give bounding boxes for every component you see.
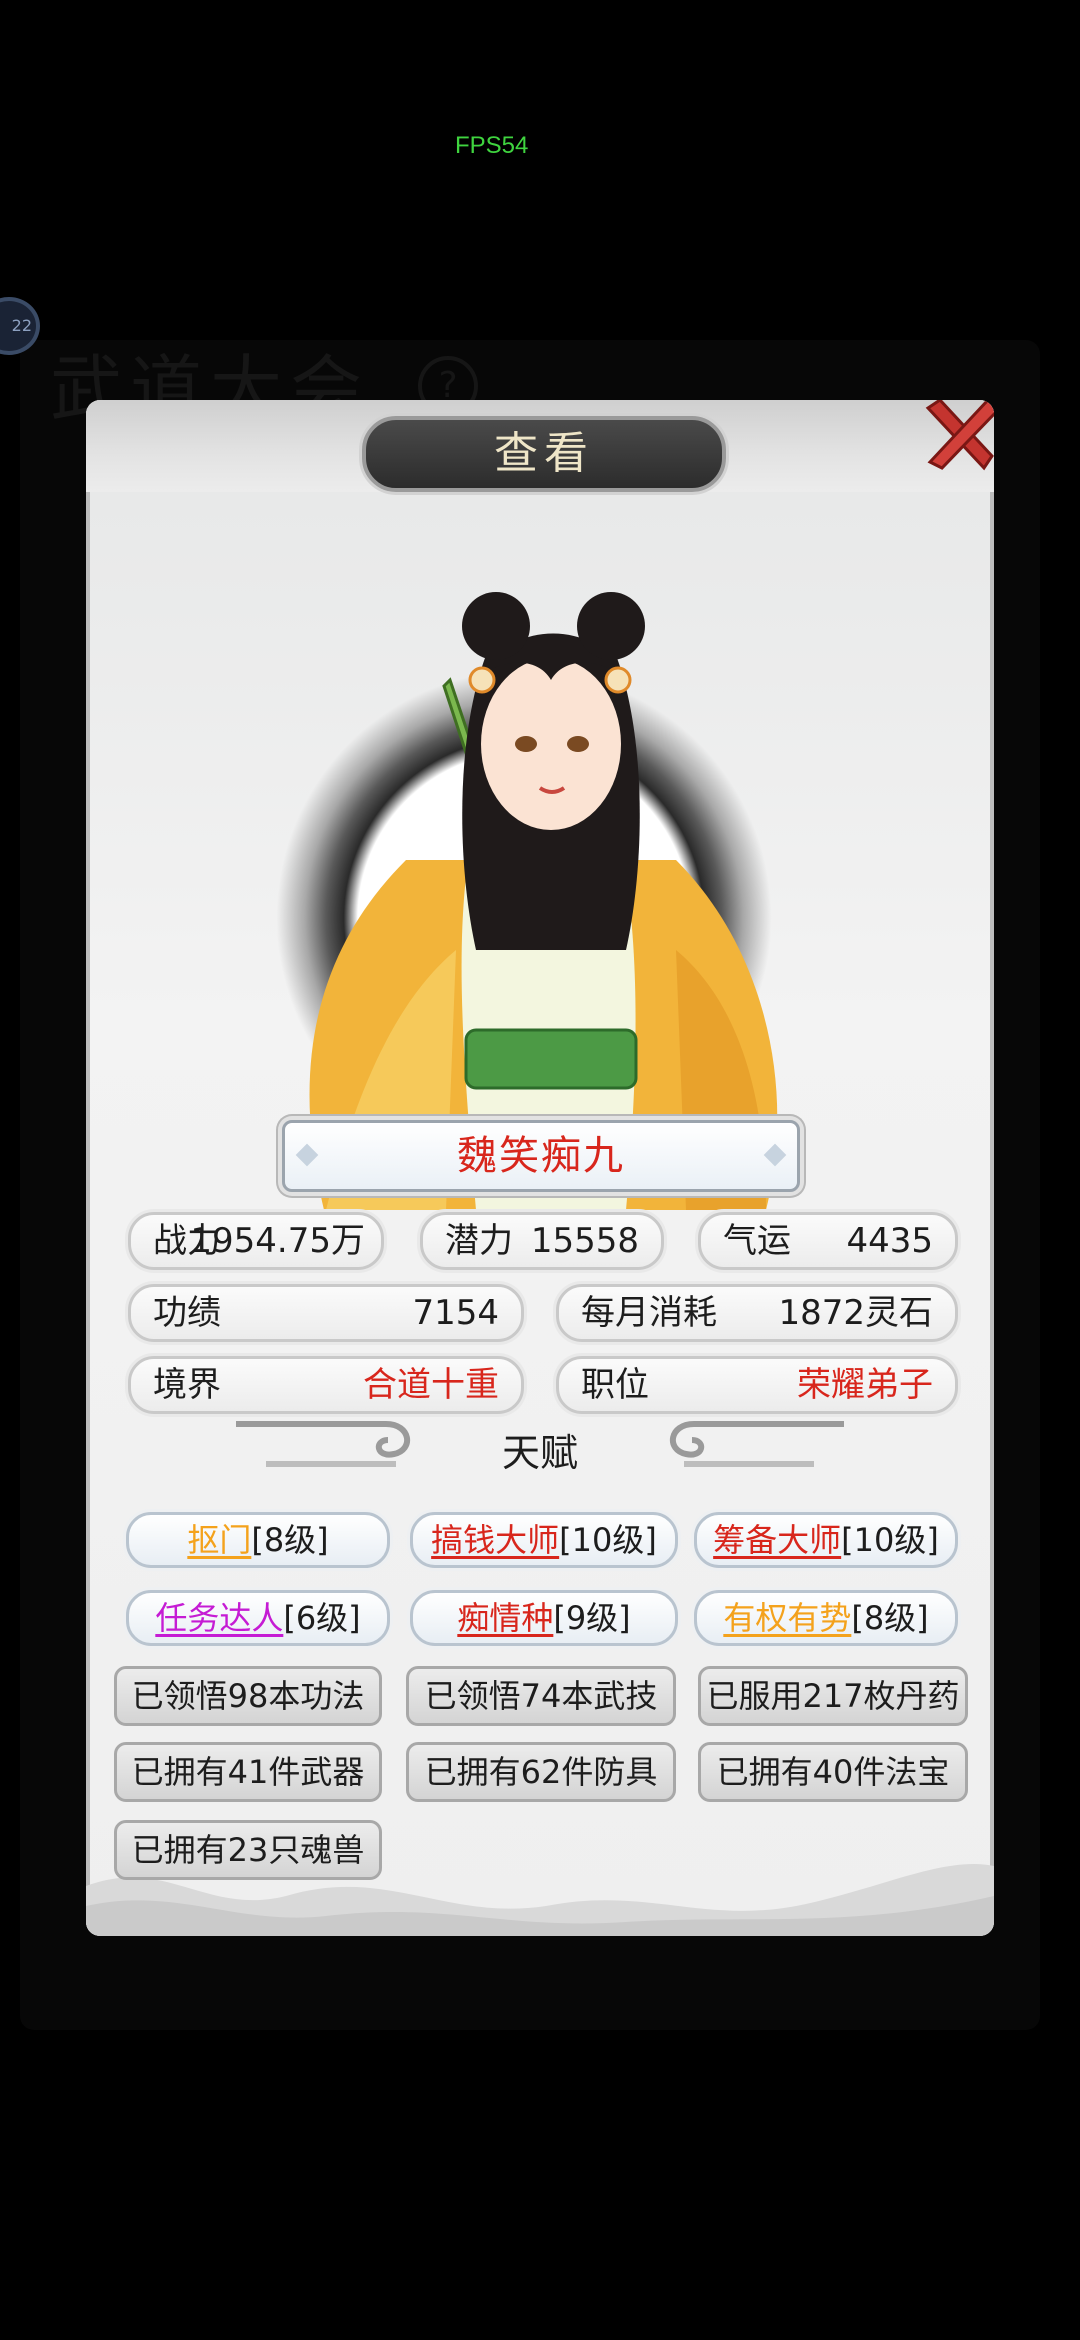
stat-monthly-value: 1872灵石 [778, 1293, 933, 1333]
character-view-dialog: 查看 魏笑痴九 战力 1954.75万 潜力 15558 气运 4435 功绩 … [86, 400, 994, 1936]
scroll-ornament-right [669, 1421, 844, 1467]
talent-badge[interactable]: 搞钱大师[10级] [410, 1512, 678, 1568]
stat-power-value: 1954.75万 [190, 1221, 365, 1261]
achievement-chip[interactable]: 已领悟98本功法 [114, 1666, 382, 1726]
stat-power: 战力 1954.75万 [128, 1212, 384, 1270]
stat-position-value: 荣耀弟子 [797, 1365, 933, 1405]
talent-badge[interactable]: 有权有势[8级] [694, 1590, 958, 1646]
stat-potential-value: 15558 [530, 1221, 639, 1261]
character-name: 魏笑痴九 [282, 1120, 800, 1192]
achievement-chip[interactable]: 已拥有62件防具 [406, 1742, 676, 1802]
achievement-chip[interactable]: 已拥有41件武器 [114, 1742, 382, 1802]
talent-name: 痴情种 [457, 1599, 554, 1637]
stat-luck-value: 4435 [846, 1221, 933, 1261]
talent-level: [8级] [251, 1521, 329, 1559]
stat-position: 职位 荣耀弟子 [556, 1356, 958, 1414]
character-portrait [206, 530, 866, 1215]
achievement-chip[interactable]: 已服用217枚丹药 [698, 1666, 968, 1726]
talent-name: 搞钱大师 [431, 1521, 560, 1559]
talent-badge[interactable]: 抠门[8级] [126, 1512, 390, 1568]
fps-counter: FPS54 [455, 132, 529, 159]
talent-section-title: 天赋 [501, 1431, 578, 1475]
stat-position-label: 职位 [581, 1365, 649, 1405]
talent-level: [10级] [841, 1521, 939, 1559]
stat-luck: 气运 4435 [698, 1212, 958, 1270]
achievement-chip[interactable]: 已领悟74本武技 [406, 1666, 676, 1726]
talent-name: 有权有势 [723, 1599, 852, 1637]
stat-potential: 潜力 15558 [420, 1212, 664, 1270]
talent-level: [9级] [553, 1599, 631, 1637]
stat-potential-label: 潜力 [445, 1221, 513, 1261]
talent-name: 任务达人 [155, 1599, 284, 1637]
talent-level: [6级] [283, 1599, 361, 1637]
talent-badge[interactable]: 任务达人[6级] [126, 1590, 390, 1646]
stat-merit-value: 7154 [412, 1293, 499, 1333]
achievement-chip[interactable]: 已拥有40件法宝 [698, 1742, 968, 1802]
talent-badge[interactable]: 筹备大师[10级] [694, 1512, 958, 1568]
character-name-text: 魏笑痴九 [457, 1133, 625, 1179]
stat-realm-value: 合道十重 [363, 1365, 499, 1405]
stat-merit-label: 功绩 [153, 1293, 221, 1333]
close-icon[interactable] [914, 400, 994, 480]
achievement-chip[interactable]: 已拥有23只魂兽 [114, 1820, 382, 1880]
stat-realm-label: 境界 [153, 1365, 221, 1405]
talent-name: 抠门 [187, 1521, 252, 1559]
talent-name: 筹备大师 [713, 1521, 842, 1559]
stat-monthly-cost: 每月消耗 1872灵石 [556, 1284, 958, 1342]
stat-luck-label: 气运 [723, 1221, 791, 1261]
talent-level: [8级] [851, 1599, 929, 1637]
stat-merit: 功绩 7154 [128, 1284, 524, 1342]
diamond-icon [295, 1143, 319, 1167]
diamond-icon [763, 1143, 787, 1167]
stat-realm: 境界 合道十重 [128, 1356, 524, 1414]
dialog-title: 查看 [362, 416, 726, 492]
talent-level: [10级] [559, 1521, 657, 1559]
stat-monthly-label: 每月消耗 [581, 1293, 717, 1333]
talent-badge[interactable]: 痴情种[9级] [410, 1590, 678, 1646]
